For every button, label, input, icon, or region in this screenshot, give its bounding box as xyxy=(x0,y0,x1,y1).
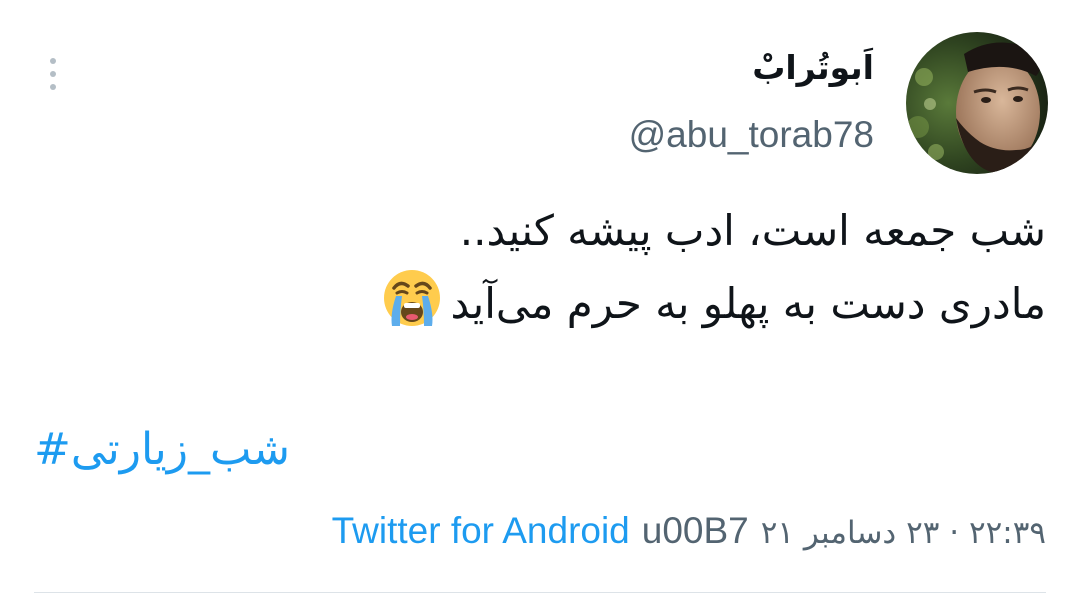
more-dot xyxy=(50,58,56,64)
tweet-line-2-text: مادری دست به پهلو به حرم می‌آید xyxy=(450,279,1046,328)
divider xyxy=(34,592,1046,593)
avatar[interactable] xyxy=(906,32,1048,174)
avatar-image xyxy=(906,32,1048,174)
separator-code: u00B7 xyxy=(641,510,749,551)
tweet-datetime[interactable]: ۲۲:۳۹ · ۲۳ دسامبر ۲۱ xyxy=(761,515,1046,551)
more-dot xyxy=(50,71,56,77)
more-dot xyxy=(50,84,56,90)
tweet-meta: Twitter for Android u00B7 ۲۲:۳۹ · ۲۳ دسا… xyxy=(332,510,1046,552)
loudly-crying-face-icon xyxy=(384,270,441,326)
hashtag-link[interactable]: #شب_زیارتی xyxy=(34,424,290,475)
client-link[interactable]: Twitter for Android xyxy=(332,510,630,552)
user-handle[interactable]: @abu_torab78 xyxy=(629,114,874,156)
tweet-text: شب جمعه است، ادب پیشه کنید.. مادری دست ب… xyxy=(36,196,1046,339)
tweet-line-1: شب جمعه است، ادب پیشه کنید.. xyxy=(459,206,1046,255)
display-name[interactable]: اَبوتُرابْ xyxy=(752,48,874,87)
tweet-line-2: مادری دست به پهلو به حرم می‌آید xyxy=(36,266,1046,339)
more-options-icon[interactable] xyxy=(38,56,68,92)
